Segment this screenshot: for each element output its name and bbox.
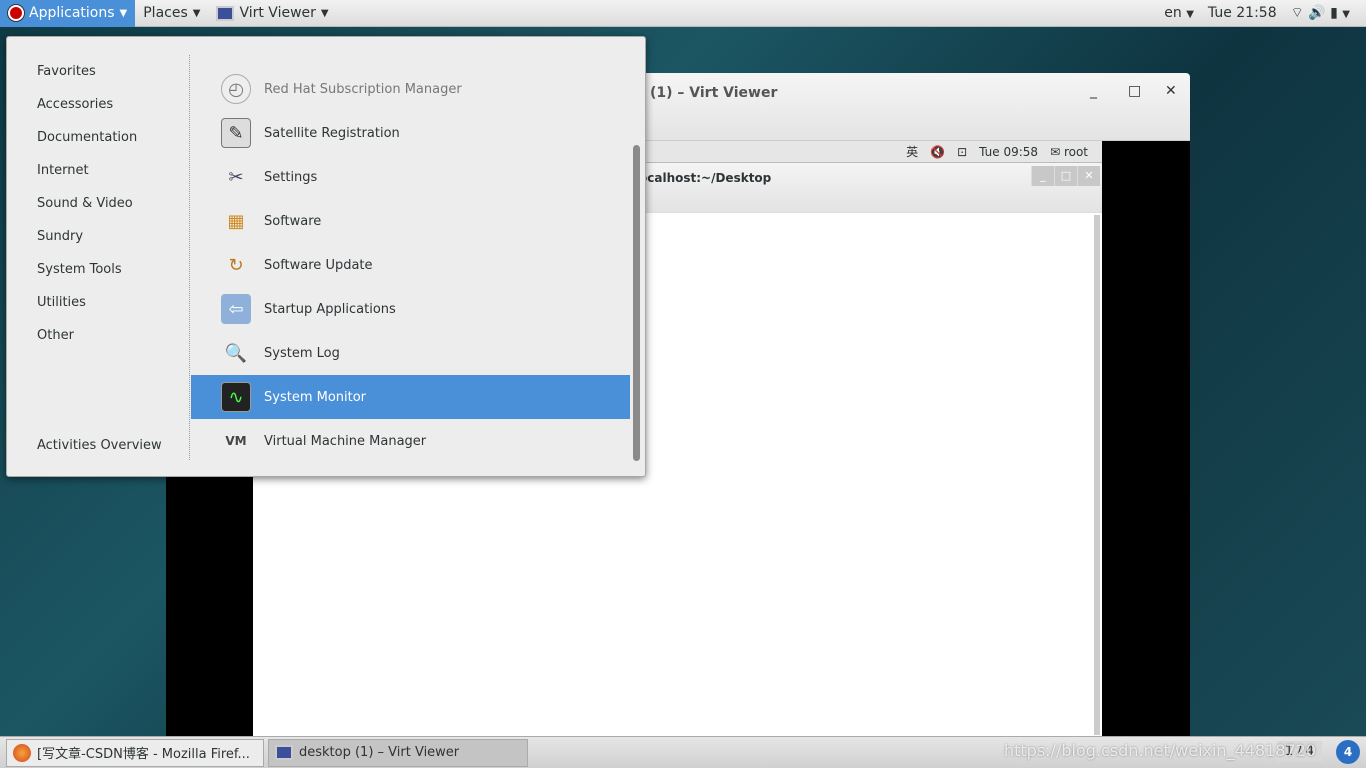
guest-volume-muted-icon[interactable]: 🔇 [930,145,945,159]
virt-viewer-label: Virt Viewer [239,5,316,21]
guest-close-button[interactable]: ✕ [1077,166,1100,186]
applications-menu: Favorites Accessories Documentation Inte… [6,36,646,477]
lang-label: en [1164,5,1182,21]
applications-label: Applications [29,5,115,21]
app-system-monitor[interactable]: ∿ System Monitor [191,375,630,419]
virt-viewer-app-menu[interactable]: Virt Viewer ▼ [208,0,336,27]
app-label: Startup Applications [264,301,396,317]
guest-user: root [1063,144,1088,159]
close-button[interactable]: ✕ [1165,83,1177,99]
app-software-update[interactable]: ↻ Software Update [191,243,630,287]
magnifier-icon: 🔍 [224,342,248,364]
app-satellite-registration[interactable]: ✎ Satellite Registration [191,111,630,155]
monitor-icon [216,5,235,21]
activities-overview-link[interactable]: Activities Overview [37,438,162,453]
app-label: Satellite Registration [264,125,400,141]
category-favorites[interactable]: Favorites [7,55,189,88]
notepad-pencil-icon: ✎ [221,118,251,148]
guest-lang[interactable]: 英 [906,143,918,160]
guest-network-icon[interactable]: ⊡ [957,145,967,159]
task-label: desktop (1) – Virt Viewer [299,745,460,760]
app-label: Red Hat Subscription Manager [264,81,462,97]
category-other[interactable]: Other [7,319,189,352]
maximize-button[interactable]: □ [1128,83,1141,99]
notification-badge[interactable]: 4 [1336,740,1360,764]
compass-icon: ◴ [221,74,251,104]
guest-window-title: ocalhost:~/Desktop [639,171,772,185]
language-selector[interactable]: en ▼ [1164,5,1194,21]
category-sound-video[interactable]: Sound & Video [7,187,189,220]
chevron-down-icon: ▼ [192,7,201,19]
places-menu-button[interactable]: Places ▼ [135,0,208,27]
category-documentation[interactable]: Documentation [7,121,189,154]
divider [189,55,190,460]
task-virt-viewer[interactable]: desktop (1) – Virt Viewer [268,738,528,767]
task-label: [写文章-CSDN博客 - Mozilla Firef... [37,747,250,762]
monitor-graph-icon: ∿ [221,382,251,412]
app-startup-applications[interactable]: ⇦ Startup Applications [191,287,630,331]
top-bar: Applications ▼ Places ▼ Virt Viewer ▼ en ▼ … [0,0,1366,27]
wifi-icon: ⌔ [1290,5,1304,21]
app-label: System Monitor [264,389,367,405]
places-label: Places [143,5,188,21]
vmm-icon: VM [225,434,247,448]
app-list: ◴ Red Hat Subscription Manager ✎ Satellite… [191,67,630,463]
applications-menu-button[interactable]: Applications ▼ [0,0,136,27]
app-label: Software Update [264,257,373,273]
redhat-logo-icon [8,5,24,21]
update-icon: ↻ [228,254,244,276]
app-label: Settings [264,169,318,185]
app-virtual-machine-manager[interactable]: VM Virtual Machine Manager [191,419,630,463]
firefox-icon [13,743,31,762]
volume-icon: 🔊 [1308,5,1326,21]
app-subscription-manager[interactable]: ◴ Red Hat Subscription Manager [191,67,630,111]
battery-icon: ▮ [1330,5,1338,21]
clock[interactable]: Tue 21:58 [1208,5,1277,21]
app-system-log[interactable]: 🔍 System Log [191,331,630,375]
app-label: Software [264,213,322,229]
category-utilities[interactable]: Utilities [7,286,189,319]
tools-icon: ✂ [228,166,244,188]
guest-scrollbar[interactable] [1094,215,1100,735]
app-settings[interactable]: ✂ Settings [191,155,630,199]
app-software[interactable]: ▦ Software [191,199,630,243]
startup-icon: ⇦ [221,294,251,324]
system-status-menu[interactable]: ⌔ 🔊 ▮ ▼ [1291,4,1350,22]
chevron-down-icon: ▼ [119,7,128,19]
app-label: System Log [264,345,340,361]
task-firefox[interactable]: [写文章-CSDN博客 - Mozilla Firef... [6,738,264,767]
window-list: [写文章-CSDN博客 - Mozilla Firef... desktop (… [0,736,1366,768]
guest-minimize-button[interactable]: _ [1031,166,1054,186]
category-list: Favorites Accessories Documentation Inte… [7,55,189,352]
category-internet[interactable]: Internet [7,154,189,187]
monitor-icon [275,745,293,760]
chevron-down-icon: ▼ [320,7,329,19]
minimize-button[interactable]: _ [1090,83,1097,99]
app-list-scrollbar[interactable] [633,145,640,461]
app-label: Virtual Machine Manager [264,433,427,449]
guest-maximize-button[interactable]: □ [1054,166,1077,186]
category-system-tools[interactable]: System Tools [7,253,189,286]
category-accessories[interactable]: Accessories [7,88,189,121]
guest-user-menu[interactable]: ✉ root [1050,145,1088,159]
guest-clock[interactable]: Tue 09:58 [979,145,1038,159]
category-sundry[interactable]: Sundry [7,220,189,253]
packages-icon: ▦ [227,210,245,232]
window-title: (1) – Virt Viewer [650,85,778,101]
watermark: https://blog.csdn.net/weixin_44818720 [1003,741,1316,760]
